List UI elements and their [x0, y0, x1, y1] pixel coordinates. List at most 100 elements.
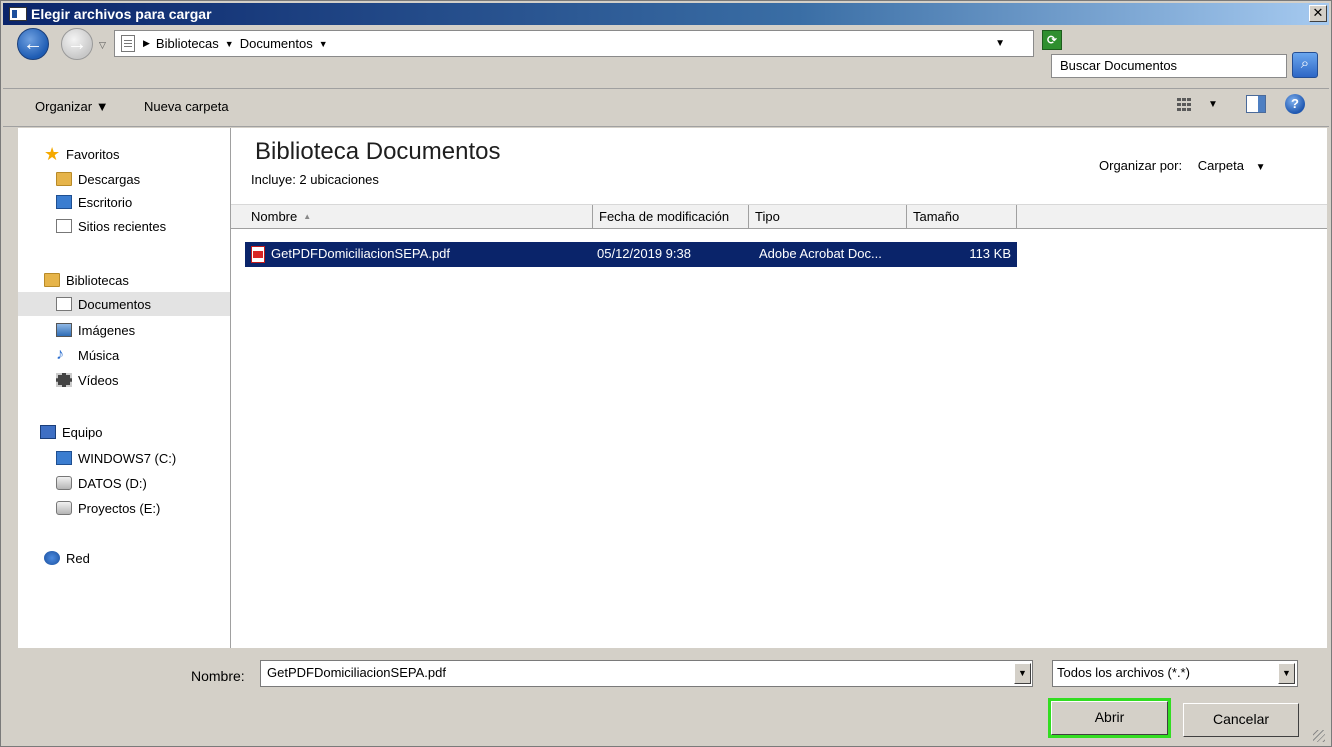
nav-item-equipo[interactable]: Equipo — [40, 420, 230, 444]
cancel-button[interactable]: Cancelar — [1183, 703, 1299, 737]
recent-places-icon — [56, 219, 72, 233]
filename-dropdown-button[interactable]: ▼ — [1014, 663, 1031, 684]
file-row[interactable]: GetPDFDomiciliacionSEPA.pdf 05/12/2019 9… — [245, 242, 1017, 267]
nav-item-escritorio[interactable]: Escritorio — [56, 192, 230, 212]
nav-item-proyectos-e[interactable]: Proyectos (E:) — [56, 496, 230, 520]
breadcrumb-separator-icon[interactable]: ▼ — [225, 39, 234, 49]
system-drive-icon — [56, 451, 72, 465]
command-toolbar: Organizar ▼ Nueva carpeta ▼ ? — [3, 89, 1329, 127]
breadcrumb-separator-icon[interactable]: ▼ — [319, 39, 328, 49]
forward-button[interactable]: → — [61, 28, 93, 60]
pictures-icon — [56, 323, 72, 337]
column-label: Nombre — [251, 209, 298, 224]
pdf-file-icon — [251, 246, 265, 263]
nav-item-sitios-recientes[interactable]: Sitios recientes — [56, 216, 230, 236]
drive-icon — [56, 476, 72, 490]
nav-item-windows7-c[interactable]: WINDOWS7 (C:) — [56, 446, 230, 470]
nav-label: WINDOWS7 (C:) — [78, 450, 177, 466]
nav-label: Equipo — [62, 424, 103, 440]
close-button[interactable]: ✕ — [1309, 5, 1327, 22]
search-input[interactable]: Buscar Documentos — [1051, 54, 1287, 78]
help-icon[interactable]: ? — [1285, 94, 1305, 114]
filter-dropdown-button[interactable]: ▼ — [1278, 663, 1295, 684]
file-open-dialog: Elegir archivos para cargar ✕ ← → ▽ ▶ Bi… — [0, 0, 1332, 747]
refresh-button[interactable]: ⟳ — [1042, 30, 1062, 50]
resize-grip-icon[interactable] — [1313, 730, 1325, 742]
column-headers: Nombre ▲ Fecha de modificación Tipo Tamañ… — [231, 204, 1327, 229]
breadcrumb-documentos[interactable]: Documentos — [240, 36, 313, 51]
search-icon: ⌕ — [1300, 55, 1310, 72]
search-button[interactable]: ⌕ — [1292, 52, 1318, 78]
file-size: 113 KB — [969, 246, 1011, 261]
videos-icon — [56, 373, 72, 387]
file-name: GetPDFDomiciliacionSEPA.pdf — [271, 246, 450, 261]
open-button[interactable]: Abrir — [1048, 698, 1171, 738]
nav-item-imagenes[interactable]: Imágenes — [56, 318, 230, 342]
preview-pane-icon[interactable] — [1246, 95, 1266, 113]
chevron-down-icon: ▼ — [1282, 668, 1291, 678]
arrange-label: Organizar por: — [1099, 158, 1183, 173]
nav-item-documentos[interactable]: Documentos — [18, 292, 230, 316]
nav-item-musica[interactable]: ♪ Música — [56, 343, 230, 367]
desktop-icon — [56, 195, 72, 209]
new-folder-button[interactable]: Nueva carpeta — [144, 99, 229, 114]
nav-label: Favoritos — [66, 146, 120, 162]
file-type-filter[interactable]: Todos los archivos (*.*) — [1052, 660, 1298, 687]
column-header-date[interactable]: Fecha de modificación — [593, 205, 749, 229]
nav-item-descargas[interactable]: Descargas — [56, 167, 230, 191]
organize-menu[interactable]: Organizar ▼ — [35, 99, 109, 114]
column-header-name[interactable]: Nombre ▲ — [245, 205, 593, 229]
column-header-size[interactable]: Tamaño — [907, 205, 1017, 229]
arrange-dropdown-icon[interactable]: ▼ — [1256, 162, 1266, 173]
address-dropdown-icon[interactable]: ▼ — [995, 38, 1005, 49]
navigation-pane[interactable]: ★ Favoritos Descargas Escritorio Sitios … — [18, 128, 231, 648]
libraries-icon — [44, 273, 60, 287]
nav-label: Descargas — [78, 171, 141, 187]
back-arrow-icon: ← — [23, 32, 43, 55]
history-dropdown-icon[interactable]: ▽ — [99, 40, 106, 51]
nav-label: Red — [66, 550, 90, 566]
nav-item-favoritos[interactable]: ★ Favoritos — [44, 142, 230, 166]
documents-icon — [121, 35, 135, 52]
chevron-down-icon: ▼ — [1018, 668, 1027, 678]
star-icon: ★ — [44, 144, 61, 164]
music-icon: ♪ — [56, 346, 64, 363]
library-title: Biblioteca Documentos — [255, 138, 501, 165]
nav-label: Música — [78, 347, 120, 363]
documents-icon — [56, 297, 72, 311]
computer-icon — [40, 425, 56, 439]
nav-item-bibliotecas[interactable]: Bibliotecas — [44, 268, 230, 292]
nav-label: DATOS (D:) — [78, 475, 147, 491]
address-bar[interactable]: ▶ Bibliotecas ▼ Documentos ▼ ▼ — [114, 30, 1034, 57]
breadcrumb-bibliotecas[interactable]: Bibliotecas — [156, 36, 219, 51]
filename-input[interactable]: GetPDFDomiciliacionSEPA.pdf — [260, 660, 1033, 687]
view-dropdown-icon[interactable]: ▼ — [1208, 99, 1218, 110]
column-header-type[interactable]: Tipo — [749, 205, 907, 229]
file-list-area[interactable]: Biblioteca Documentos Incluye: 2 ubicaci… — [231, 128, 1327, 648]
breadcrumb-separator-icon[interactable]: ▶ — [143, 38, 150, 49]
nav-label: Bibliotecas — [66, 272, 129, 288]
view-options-icon[interactable] — [1175, 96, 1193, 114]
nav-label: Vídeos — [78, 372, 119, 388]
refresh-icon: ⟳ — [1046, 33, 1058, 47]
arrange-value[interactable]: Carpeta — [1198, 158, 1244, 173]
back-button[interactable]: ← — [17, 28, 49, 60]
arrange-by[interactable]: Organizar por: Carpeta ▼ — [1099, 158, 1266, 173]
nav-item-red[interactable]: Red — [44, 546, 230, 570]
file-type: Adobe Acrobat Doc... — [759, 246, 882, 261]
nav-label: Documentos — [78, 296, 151, 312]
filename-label: Nombre: — [191, 668, 245, 684]
sort-ascending-icon: ▲ — [303, 212, 312, 221]
file-modified: 05/12/2019 9:38 — [597, 246, 691, 261]
dialog-icon — [9, 7, 27, 21]
nav-label: Escritorio — [78, 194, 133, 210]
window-title: Elegir archivos para cargar — [31, 6, 212, 22]
library-subtitle[interactable]: Incluye: 2 ubicaciones — [251, 172, 379, 187]
downloads-icon — [56, 172, 72, 186]
nav-item-videos[interactable]: Vídeos — [56, 368, 230, 392]
nav-label: Sitios recientes — [78, 218, 167, 234]
forward-arrow-icon: → — [67, 32, 87, 55]
nav-item-datos-d[interactable]: DATOS (D:) — [56, 471, 230, 495]
title-bar: Elegir archivos para cargar ✕ — [3, 3, 1329, 25]
drive-icon — [56, 501, 72, 515]
